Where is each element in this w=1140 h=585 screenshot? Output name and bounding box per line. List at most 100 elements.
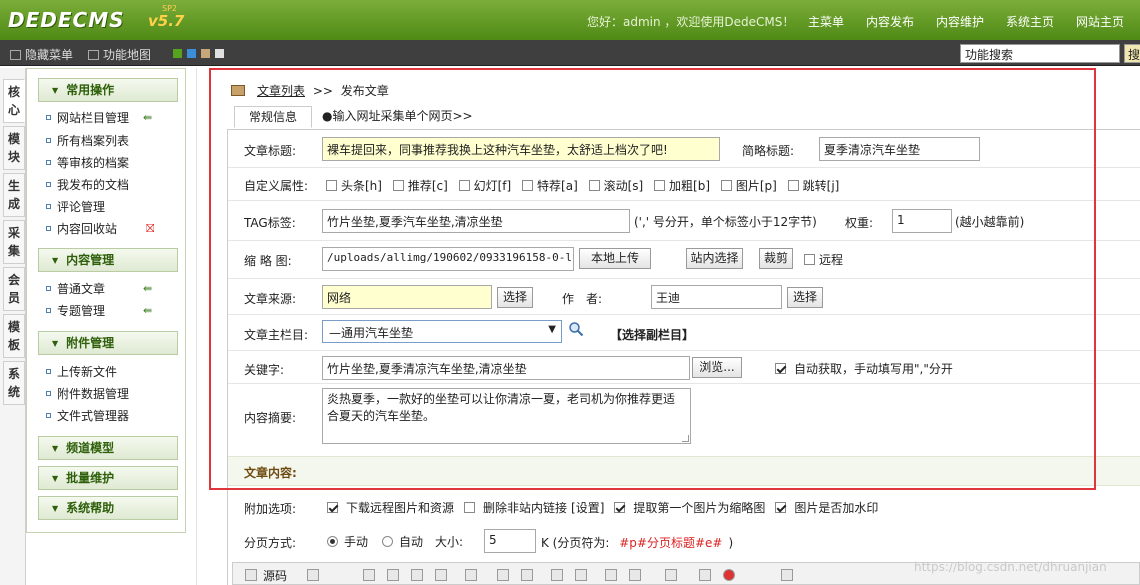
menu-item-attach-data[interactable]: 附件数据管理 bbox=[46, 385, 129, 403]
vtab-system[interactable]: 系统 bbox=[3, 361, 25, 405]
checkbox[interactable] bbox=[787, 180, 799, 191]
find-icon[interactable] bbox=[551, 569, 563, 581]
menu-head-common[interactable]: ▼ 常用操作 bbox=[38, 78, 178, 102]
checkbox[interactable] bbox=[327, 502, 338, 513]
attr-recommend[interactable]: 推荐[c] bbox=[392, 179, 448, 193]
menu-item-my-docs[interactable]: 我发布的文档 bbox=[46, 176, 129, 194]
function-search-input[interactable]: 功能搜索 bbox=[960, 44, 1120, 63]
opt-first-image-thumb[interactable]: 提取第一个图片为缩略图 bbox=[614, 501, 775, 515]
nav-main-menu[interactable]: 主菜单 bbox=[808, 13, 844, 30]
vtab-member[interactable]: 会员 bbox=[3, 267, 25, 311]
paste-text-icon[interactable] bbox=[435, 569, 447, 581]
function-search-button[interactable]: 搜 bbox=[1124, 44, 1140, 63]
remove-format-icon[interactable] bbox=[629, 569, 641, 581]
menu-head-attach[interactable]: ▼ 附件管理 bbox=[38, 331, 178, 355]
checkbox[interactable] bbox=[392, 180, 404, 191]
column-select[interactable]: —通用汽车坐垫 ▼ bbox=[322, 320, 562, 343]
source-icon[interactable] bbox=[245, 569, 257, 581]
hide-menu-button[interactable]: 隐藏菜单 bbox=[10, 46, 73, 63]
attr-special[interactable]: 特荐[a] bbox=[522, 179, 578, 193]
select-sub-column-link[interactable]: 【选择副栏目】 bbox=[610, 326, 694, 343]
opt-watermark[interactable]: 图片是否加水印 bbox=[775, 501, 878, 515]
attr-bold[interactable]: 加粗[b] bbox=[654, 179, 710, 193]
opt-remove-links[interactable]: 删除非站内链接 bbox=[464, 501, 567, 515]
stop-icon[interactable] bbox=[723, 569, 735, 581]
menu-item-upload[interactable]: 上传新文件 bbox=[46, 363, 117, 381]
resize-grip-icon[interactable] bbox=[682, 435, 689, 442]
tag-input[interactable]: 竹片坐垫,夏季汽车坐垫,清凉坐垫 bbox=[322, 209, 630, 233]
weight-input[interactable]: 1 bbox=[892, 209, 952, 233]
attr-picture[interactable]: 图片[p] bbox=[720, 179, 777, 193]
theme-swatch-gray[interactable] bbox=[215, 49, 224, 58]
menu-head-batch[interactable]: ▼ 批量维护 bbox=[38, 466, 178, 490]
menu-head-content[interactable]: ▼ 内容管理 bbox=[38, 248, 178, 272]
add-special-icon[interactable]: ⇚ bbox=[143, 302, 152, 320]
template-icon[interactable] bbox=[307, 569, 319, 581]
tab-collect-url[interactable]: ●输入网址采集单个网页>> bbox=[322, 106, 473, 128]
select-all-icon[interactable] bbox=[605, 569, 617, 581]
paging-manual[interactable]: 手动 bbox=[327, 535, 382, 549]
menu-item-file-manager[interactable]: 文件式管理器 bbox=[46, 407, 129, 425]
checkbox[interactable] bbox=[588, 180, 600, 191]
add-column-icon[interactable]: ⇚ bbox=[143, 109, 152, 127]
vtab-module[interactable]: 模块 bbox=[3, 126, 25, 170]
undo-icon[interactable] bbox=[497, 569, 509, 581]
vtab-template[interactable]: 模板 bbox=[3, 314, 25, 358]
menu-item-special[interactable]: 专题管理 ⇚ bbox=[46, 302, 152, 320]
breadcrumb-article-list[interactable]: 文章列表 bbox=[257, 84, 305, 98]
menu-head-channel[interactable]: ▼ 频道模型 bbox=[38, 436, 178, 460]
author-select-button[interactable]: 选择 bbox=[787, 287, 823, 308]
paging-auto[interactable]: 自动 bbox=[382, 535, 435, 549]
checkbox[interactable] bbox=[654, 180, 666, 191]
nav-site-home[interactable]: 网站主页 bbox=[1076, 13, 1124, 30]
image-icon[interactable] bbox=[665, 569, 677, 581]
radio[interactable] bbox=[382, 536, 394, 547]
checkbox[interactable] bbox=[326, 180, 337, 191]
attr-slide[interactable]: 幻灯[f] bbox=[458, 179, 511, 193]
crop-button[interactable]: 裁剪 bbox=[759, 248, 793, 269]
vtab-core[interactable]: 核心 bbox=[3, 79, 25, 123]
local-upload-button[interactable]: 本地上传 bbox=[579, 248, 651, 269]
theme-swatch-tan[interactable] bbox=[201, 49, 210, 58]
author-input[interactable]: 王迪 bbox=[651, 285, 782, 309]
vtab-generate[interactable]: 生成 bbox=[3, 173, 25, 217]
page-size-input[interactable]: 5 bbox=[484, 529, 536, 553]
radio[interactable] bbox=[327, 536, 338, 547]
source-button-label[interactable]: 源码 bbox=[263, 567, 287, 584]
menu-item-column-mgmt[interactable]: 网站栏目管理 ⇚ bbox=[46, 109, 152, 127]
replace-icon[interactable] bbox=[575, 569, 587, 581]
flash-icon[interactable] bbox=[699, 569, 711, 581]
source-input[interactable]: 网络 bbox=[322, 285, 492, 309]
copy-icon[interactable] bbox=[387, 569, 399, 581]
attr-jump[interactable]: 跳转[j] bbox=[787, 179, 839, 193]
paste-icon[interactable] bbox=[411, 569, 423, 581]
checkbox[interactable] bbox=[522, 180, 534, 191]
browse-button[interactable]: 浏览... bbox=[692, 357, 742, 378]
search-icon[interactable] bbox=[568, 321, 584, 337]
opt-download-remote[interactable]: 下载远程图片和资源 bbox=[327, 501, 464, 515]
nav-system-home[interactable]: 系统主页 bbox=[1006, 13, 1054, 30]
checkbox[interactable] bbox=[614, 502, 626, 513]
checkbox[interactable] bbox=[458, 180, 470, 191]
remote-option[interactable]: 远程 bbox=[804, 251, 843, 268]
checkbox[interactable] bbox=[775, 363, 786, 374]
vtab-collect[interactable]: 采集 bbox=[3, 220, 25, 264]
checkbox[interactable] bbox=[775, 502, 787, 513]
print-icon[interactable] bbox=[465, 569, 477, 581]
tab-general[interactable]: 常规信息 bbox=[234, 106, 312, 128]
func-map-button[interactable]: 功能地图 bbox=[88, 46, 151, 63]
nav-content-publish[interactable]: 内容发布 bbox=[866, 13, 914, 30]
checkbox[interactable] bbox=[804, 254, 815, 265]
summary-textarea[interactable]: 炎热夏季，一款好的坐垫可以让你清凉一夏，老司机为你推荐更适合夏天的汽车坐垫。 bbox=[322, 388, 691, 444]
short-title-input[interactable]: 夏季清凉汽车坐垫 bbox=[819, 137, 980, 161]
theme-swatch-blue[interactable] bbox=[187, 49, 196, 58]
menu-item-article[interactable]: 普通文章 ⇚ bbox=[46, 280, 152, 298]
theme-swatch-green[interactable] bbox=[173, 49, 182, 58]
attr-headline[interactable]: 头条[h] bbox=[326, 179, 382, 193]
checkbox[interactable] bbox=[720, 180, 732, 191]
special-char-icon[interactable] bbox=[781, 569, 793, 581]
add-article-icon[interactable]: ⇚ bbox=[143, 280, 152, 298]
keywords-input[interactable]: 竹片坐垫,夏季清凉汽车坐垫,清凉坐垫 bbox=[322, 356, 690, 380]
nav-content-maint[interactable]: 内容维护 bbox=[936, 13, 984, 30]
clear-recycle-icon[interactable]: ⛝ bbox=[146, 220, 154, 238]
